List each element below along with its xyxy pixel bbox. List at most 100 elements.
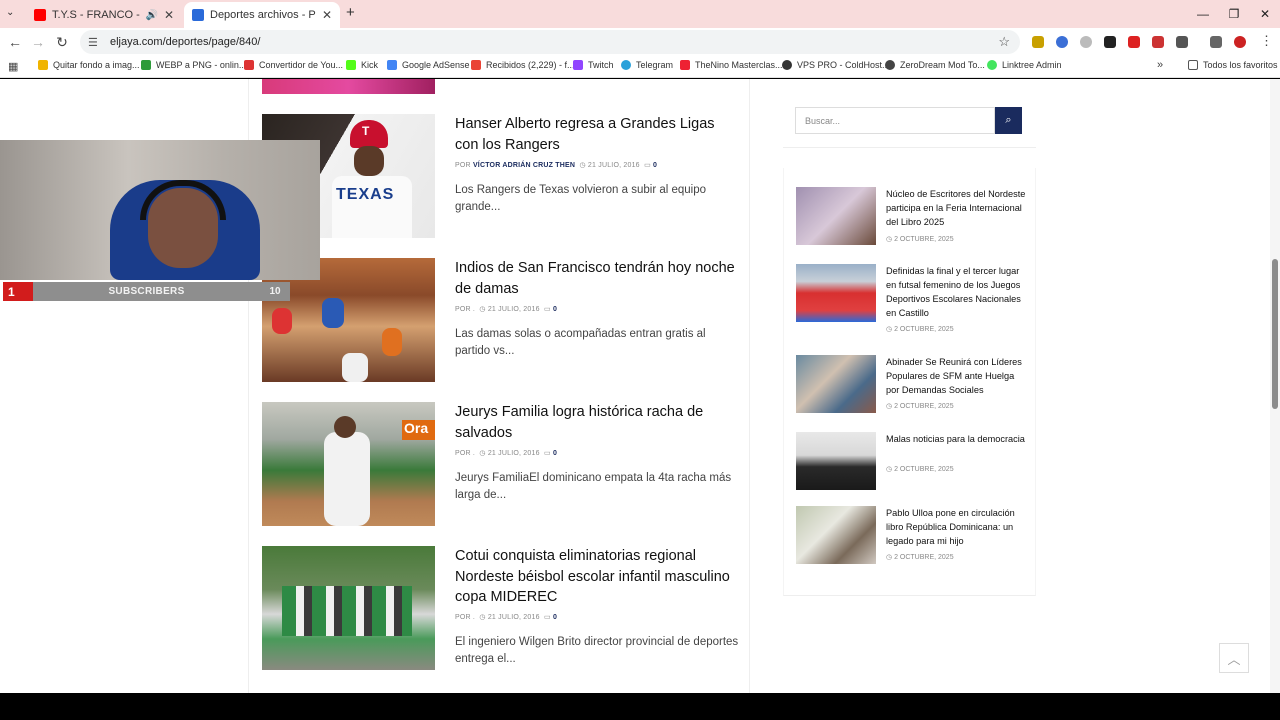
comment-count[interactable]: 0 (553, 614, 557, 621)
bookmark-star-icon[interactable]: ☆ (998, 34, 1010, 50)
bookmark-favicon-icon (987, 60, 997, 70)
article-thumbnail[interactable] (262, 79, 435, 94)
bookmark-favicon-icon (346, 60, 356, 70)
site-info-icon[interactable]: ☰ (88, 36, 102, 49)
forward-icon[interactable]: → (28, 32, 48, 52)
article-date[interactable]: 21 JULIO, 2016 (488, 450, 540, 457)
back-to-top-button[interactable]: ︿ (1219, 643, 1249, 673)
close-tab-icon[interactable]: ✕ (322, 8, 332, 22)
new-tab-button[interactable]: + (346, 4, 355, 21)
extension-icon[interactable] (1104, 36, 1116, 48)
bookmark-favicon-icon (885, 60, 895, 70)
post-title[interactable]: Malas noticias para la democracia (886, 432, 1026, 446)
audio-playing-icon[interactable]: 🔊 (145, 10, 157, 21)
article-title[interactable]: Hanser Alberto regresa a Grandes Ligas c… (455, 114, 740, 155)
extension-icon[interactable] (1032, 36, 1044, 48)
post-title[interactable]: Definidas la final y el tercer lugar en … (886, 264, 1026, 320)
clock-icon: ◷ (479, 306, 486, 313)
bookmark-item[interactable]: Twitch (573, 60, 614, 70)
comment-count[interactable]: 0 (653, 162, 657, 169)
bookmark-favicon-icon (141, 60, 151, 70)
bookmark-item[interactable]: Telegram (621, 60, 673, 70)
extension-icon[interactable] (1056, 36, 1068, 48)
article-excerpt: El ingeniero Wilgen Brito director provi… (455, 636, 739, 665)
minimize-icon[interactable]: — (1186, 0, 1220, 28)
post-thumbnail[interactable] (796, 264, 876, 322)
article-author[interactable]: VÍCTOR ADRIÁN CRUZ THEN (473, 162, 575, 169)
subscriber-count: 10 (269, 286, 281, 297)
bookmark-item[interactable]: Linktree Admin (987, 60, 1062, 70)
extensions-puzzle-icon[interactable] (1176, 36, 1188, 48)
post-date: ◷ 2 OCTUBRE, 2025 (886, 466, 954, 473)
bookmark-label: Todos los favoritos (1203, 60, 1278, 70)
subscriber-counter: 1 SUBSCRIBERS 10 (3, 282, 290, 301)
restore-icon[interactable]: ❐ (1217, 0, 1251, 28)
all-bookmarks-folder[interactable]: Todos los favoritos (1188, 60, 1278, 70)
bookmark-item[interactable]: VPS PRO - ColdHost... (782, 60, 890, 70)
reload-icon[interactable]: ↻ (52, 32, 72, 52)
tab-youtube[interactable]: T.Y.S - FRANCO - YouTube 🔊 ✕ (26, 2, 182, 28)
address-bar[interactable]: ☰ eljaya.com/deportes/page/840/ ☆ (80, 30, 1020, 54)
article-meta: POR . ◷ 21 JULIO, 2016 ▭ 0 (455, 450, 558, 457)
reading-list-icon[interactable] (1210, 36, 1222, 48)
chevron-up-icon: ︿ (1227, 651, 1241, 667)
bookmark-favicon-icon (38, 60, 48, 70)
extension-icon[interactable] (1152, 36, 1164, 48)
extension-icon[interactable] (1128, 36, 1140, 48)
url-text: eljaya.com/deportes/page/840/ (110, 36, 261, 48)
post-thumbnail[interactable] (796, 355, 876, 413)
article-date[interactable]: 21 JULIO, 2016 (588, 162, 640, 169)
comment-count[interactable]: 0 (553, 306, 557, 313)
comment-icon: ▭ (543, 450, 551, 457)
more-bookmarks-icon[interactable]: » (1157, 59, 1163, 71)
bookmark-item[interactable]: WEBP a PNG - onlin... (141, 60, 246, 70)
bookmark-label: Linktree Admin (1002, 60, 1062, 70)
back-icon[interactable]: ← (5, 32, 25, 52)
article-excerpt: Los Rangers de Texas volvieron a subir a… (455, 184, 707, 213)
article-date[interactable]: 21 JULIO, 2016 (488, 306, 540, 313)
bookmark-item[interactable]: Quitar fondo a imag... (38, 60, 140, 70)
profile-avatar[interactable] (1234, 36, 1246, 48)
subscriber-label: SUBSCRIBERS (108, 286, 185, 297)
article-thumbnail[interactable] (262, 546, 435, 670)
close-tab-icon[interactable]: ✕ (164, 8, 174, 22)
tab-search-chevron-icon[interactable]: ⌄ (6, 7, 14, 18)
bookmark-label: Kick (361, 60, 379, 70)
post-thumbnail[interactable] (796, 506, 876, 564)
bookmark-label: Telegram (636, 60, 674, 70)
bookmark-item[interactable]: Google AdSense (387, 60, 470, 70)
article-date[interactable]: 21 JULIO, 2016 (488, 614, 540, 621)
article-thumbnail[interactable]: Ora (262, 402, 435, 526)
post-thumbnail[interactable] (796, 432, 876, 490)
extension-icon[interactable] (1080, 36, 1092, 48)
tab-deportes[interactable]: Deportes archivos - Página 840 ✕ (184, 2, 340, 28)
article-meta: POR VÍCTOR ADRIÁN CRUZ THEN ◷ 21 JULIO, … (455, 162, 658, 169)
search-button[interactable]: ⌕ (995, 107, 1022, 134)
comment-icon: ▭ (543, 614, 551, 621)
apps-grid-icon[interactable]: ▦ (8, 60, 18, 73)
bookmark-item[interactable]: Convertidor de You... (244, 60, 343, 70)
clock-icon: ◷ (579, 162, 586, 169)
scrollbar-thumb[interactable] (1272, 259, 1278, 409)
article-title[interactable]: Jeurys Familia logra histórica racha de … (455, 402, 740, 443)
bookmark-favicon-icon (782, 60, 792, 70)
bookmark-item[interactable]: Kick (346, 60, 378, 70)
subscriber-rank: 1 (3, 282, 33, 301)
post-thumbnail[interactable] (796, 187, 876, 245)
article-title[interactable]: Indios de San Francisco tendrán hoy noch… (455, 258, 740, 299)
post-title[interactable]: Núcleo de Escritores del Nordeste partic… (886, 187, 1026, 229)
post-title[interactable]: Pablo Ulloa pone en circulación libro Re… (886, 506, 1026, 548)
close-window-icon[interactable]: ✕ (1248, 0, 1280, 28)
bookmark-item[interactable]: TheNino Masterclas... (680, 60, 783, 70)
bookmark-label: TheNino Masterclas... (695, 60, 783, 70)
bookmark-item[interactable]: ZeroDream Mod To... (885, 60, 985, 70)
menu-kebab-icon[interactable]: ⋮ (1260, 33, 1273, 49)
comment-count[interactable]: 0 (553, 450, 557, 457)
tab-title: Deportes archivos - Página 840 (210, 9, 316, 21)
search-input[interactable]: Buscar... (795, 107, 995, 134)
article-title[interactable]: Cotui conquista eliminatorias regional N… (455, 546, 740, 608)
bookmark-favicon-icon (471, 60, 481, 70)
bookmark-item[interactable]: Recibidos (2,229) - f... (471, 60, 575, 70)
post-title[interactable]: Abinader Se Reunirá con Líderes Populare… (886, 355, 1026, 397)
page-scrollbar[interactable] (1270, 79, 1280, 693)
